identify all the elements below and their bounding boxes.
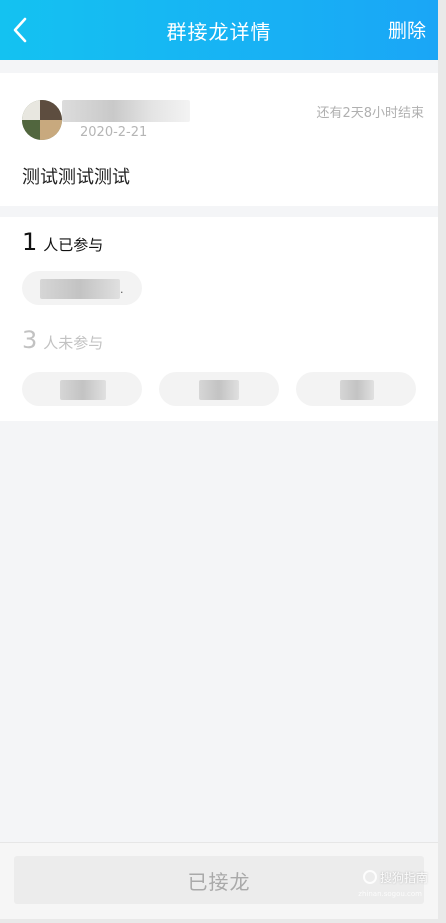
watermark-url: zhinan.sogou.com [358, 890, 422, 898]
delete-button[interactable]: 删除 [388, 16, 426, 43]
not-joined-label: 人未参与 [43, 334, 104, 352]
post-date: 2020-2-21 [80, 125, 148, 140]
member-name-blurred [199, 380, 239, 400]
joined-label: 人已参与 [43, 236, 104, 254]
post-content: 测试测试测试 [22, 167, 130, 188]
not-joined-member-chip[interactable] [22, 372, 142, 406]
remaining-time: 还有2天8小时结束 [316, 106, 424, 121]
joined-count-row: 1 人已参与 [22, 228, 103, 256]
top-bar: 群接龙详情 删除 [0, 0, 438, 60]
not-joined-count-row: 3 人未参与 [22, 326, 103, 354]
avatar[interactable] [22, 100, 62, 140]
not-joined-member-chip[interactable] [159, 372, 279, 406]
joined-count: 1 [22, 228, 38, 256]
page-title: 群接龙详情 [166, 20, 272, 44]
watermark-text: 搜狗指南 [379, 870, 428, 885]
member-name-blurred [60, 380, 106, 400]
author-name-blurred [62, 100, 190, 122]
member-name-blurred [40, 279, 120, 299]
watermark: 搜狗指南 [362, 866, 428, 888]
not-joined-count: 3 [22, 326, 38, 354]
not-joined-member-chip[interactable] [296, 372, 416, 406]
joined-member-chip[interactable]: . [22, 271, 142, 305]
sogou-logo-icon [362, 870, 377, 884]
member-name-blurred [340, 380, 374, 400]
